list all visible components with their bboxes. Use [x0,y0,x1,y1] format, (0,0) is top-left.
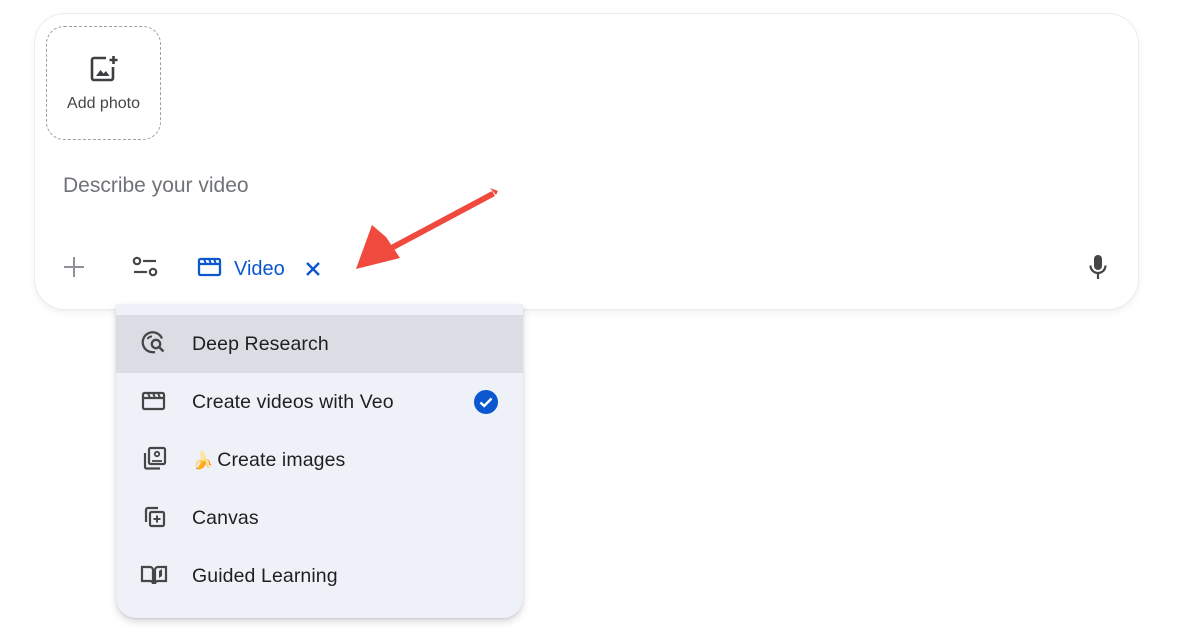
menu-item-label: Canvas [192,506,259,529]
clapperboard-icon [197,256,223,283]
active-tool-label: Video [234,257,285,280]
clapperboard-icon [140,387,168,415]
menu-item-create-images[interactable]: 🍌 Create images [116,431,523,489]
microphone-button[interactable] [1081,252,1115,286]
remove-tool-button[interactable] [305,261,321,277]
menu-item-text: Create images [217,448,346,471]
deep-research-icon [140,329,168,357]
image-stack-icon [140,445,168,473]
menu-item-guided-learning[interactable]: Guided Learning [116,547,523,605]
banana-emoji: 🍌 [192,450,214,470]
microphone-icon [1087,254,1109,285]
menu-item-label: 🍌 Create images [192,449,345,472]
check-circle-icon [473,389,499,420]
prompt-composer: Add photo Video [35,14,1138,309]
plus-icon [63,256,85,283]
close-icon [305,262,320,276]
add-image-icon [89,53,119,95]
menu-item-canvas[interactable]: Canvas [116,489,523,547]
tools-button[interactable] [128,252,162,286]
menu-item-create-videos[interactable]: Create videos with Veo [116,373,523,431]
add-photo-button[interactable]: Add photo [46,26,161,140]
canvas-icon [140,503,168,531]
menu-item-deep-research[interactable]: Deep Research [116,315,523,373]
menu-item-label: Deep Research [192,332,329,355]
menu-item-label: Create videos with Veo [192,390,394,413]
annotation-arrow [356,188,498,269]
active-tool-chip[interactable]: Video [197,254,321,284]
tools-menu: Deep Research Create videos with Veo 🍌 C… [116,304,523,618]
add-attachment-button[interactable] [57,252,91,286]
add-photo-label: Add photo [67,95,140,112]
menu-item-label: Guided Learning [192,564,338,587]
book-icon [140,561,168,589]
tools-sliders-icon [132,255,158,284]
